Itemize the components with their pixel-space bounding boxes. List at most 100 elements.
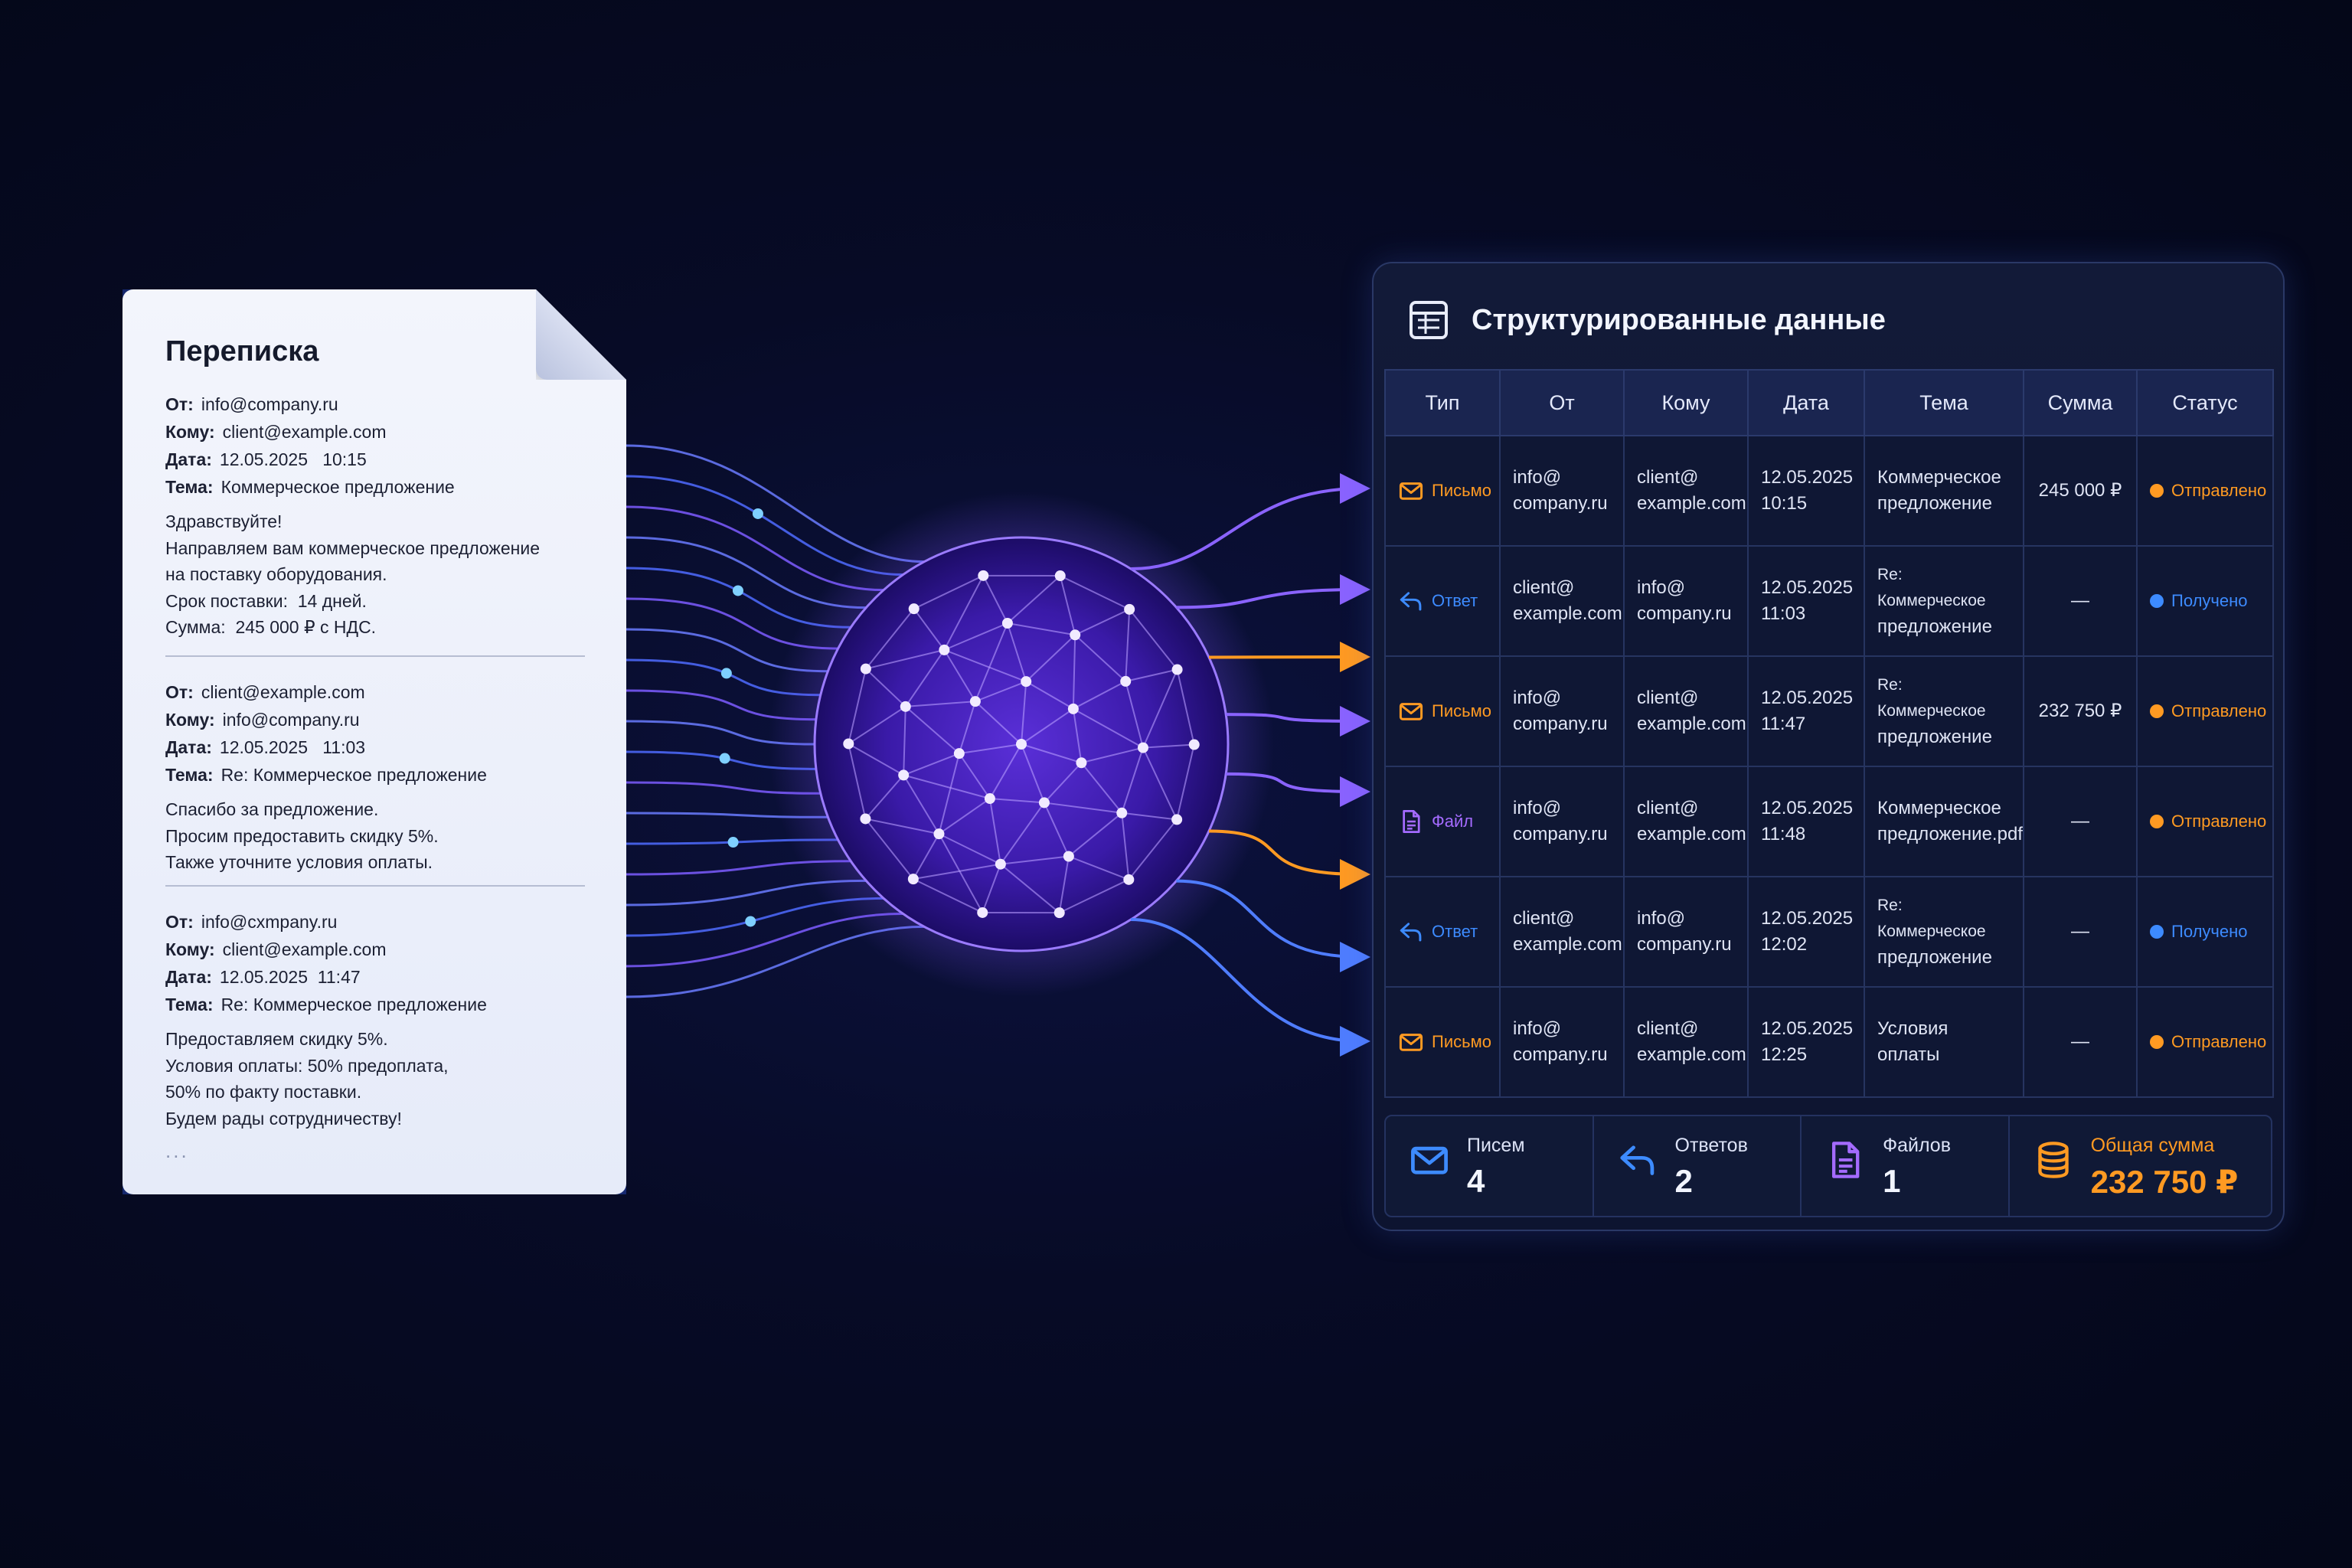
- message-body: Здравствуйте! Направляем вам коммерческое…: [165, 508, 594, 641]
- message-body-line: 50% по факту поставки.: [165, 1082, 362, 1102]
- cell-from: client@ example.com: [1499, 545, 1625, 657]
- status-label: Получено: [2171, 922, 2248, 941]
- network-node: [1123, 874, 1135, 885]
- table-row[interactable]: Файл info@ company.ru client@ example.com 12.…: [1384, 766, 2274, 877]
- message-date-line: Дата: 12.05.2025 11:03: [165, 733, 594, 761]
- table-row[interactable]: Письмо info@ company.ru client@ example.com 1…: [1384, 435, 2274, 547]
- message-meta: От: info@cxmpany.ru Кому: client@example.co…: [165, 908, 594, 1018]
- summary-label: Писем: [1467, 1135, 1525, 1156]
- network-node: [1137, 742, 1148, 753]
- message-sender-line: От: client@example.com: [165, 678, 594, 706]
- table-row[interactable]: Письмо info@ company.ru client@ example.com 1…: [1384, 655, 2274, 767]
- column-header-date[interactable]: Дата: [1747, 369, 1865, 436]
- column-header-status[interactable]: Статус: [2136, 369, 2274, 436]
- message-body-line: Сумма: 245 000 ₽ с НДС.: [165, 617, 377, 637]
- table-row[interactable]: Письмо info@ company.ru client@ example.com 1…: [1384, 986, 2274, 1098]
- network-node: [984, 793, 995, 805]
- cell-type: Файл: [1384, 766, 1501, 877]
- status-badge: Отправлено: [2150, 478, 2266, 504]
- message-date-line: Дата: 12.05.2025 11:47: [165, 963, 594, 991]
- message-recipient-line: Кому: client@example.com: [165, 418, 594, 446]
- cell-date: 12.05.2025 10:15: [1747, 435, 1865, 547]
- cell-from: client@ example.com: [1499, 876, 1625, 988]
- network-node: [977, 906, 988, 918]
- cell-date-line: 12.05.2025: [1761, 798, 1854, 818]
- summary-item: Общая сумма 232 750 ₽: [2010, 1116, 2271, 1216]
- status-badge: Отправлено: [2150, 808, 2266, 835]
- column-header-type[interactable]: Тип: [1384, 369, 1501, 436]
- reply-icon: [1400, 592, 1422, 611]
- cell-from-line: example.com: [1513, 934, 1622, 955]
- cell-date-line: 12.05.2025: [1761, 908, 1854, 929]
- file-icon: [1832, 1142, 1860, 1178]
- summary-label: Общая сумма: [2090, 1135, 2215, 1156]
- cell-status: Отправлено: [2136, 986, 2274, 1098]
- message-subject-line: Тема: Re: Коммерческое предложение: [165, 761, 594, 789]
- network-node: [860, 813, 871, 825]
- network-node: [1120, 675, 1132, 687]
- column-header-subject[interactable]: Тема: [1864, 369, 2024, 436]
- table-row[interactable]: Ответ client@ example.com info@ company.ru 12…: [1384, 545, 2274, 657]
- message-body-line: Условия оплаты: 50% предоплата,: [165, 1055, 449, 1076]
- column-header-sum[interactable]: Сумма: [2023, 369, 2138, 436]
- cell-to-line: client@: [1637, 688, 1699, 708]
- column-header-from[interactable]: От: [1499, 369, 1625, 436]
- network-node: [908, 603, 920, 615]
- message-2: От: client@example.com Кому: info@company.r…: [165, 678, 594, 876]
- summary-text: Писем 4: [1467, 1135, 1525, 1200]
- network-node: [939, 644, 950, 655]
- cell-subject: Коммерческое предложение: [1864, 435, 2024, 547]
- type-badge: Ответ: [1398, 919, 1487, 945]
- network-node: [1188, 739, 1200, 750]
- correspondence-document: Переписка От: info@company.ru Кому: client@…: [122, 289, 626, 1194]
- type-label: Файл: [1432, 812, 1474, 831]
- network-node: [1076, 757, 1087, 769]
- cell-from-line: info@: [1513, 1018, 1562, 1039]
- column-header-to[interactable]: Кому: [1623, 369, 1749, 436]
- message-subject-label: Тема:: [165, 765, 214, 785]
- summary-bar: Писем 4 Ответов 2 Файлов 1 Общая сумма 232 7…: [1384, 1115, 2272, 1217]
- cell-to: client@ example.com: [1623, 435, 1749, 547]
- output-arrow: [1208, 642, 1370, 673]
- cell-date-line: 11:47: [1761, 714, 1806, 734]
- status-label: Получено: [2171, 591, 2248, 610]
- flow-dot: [745, 916, 756, 927]
- cell-from-line: company.ru: [1513, 493, 1608, 514]
- summary-value: 2: [1674, 1163, 1693, 1199]
- network-node: [1116, 807, 1128, 818]
- cell-from-line: example.com: [1513, 603, 1622, 624]
- status-dot: [2150, 484, 2164, 498]
- status-label: Отправлено: [2171, 701, 2267, 720]
- message-subject: Re: Коммерческое предложение: [220, 765, 487, 785]
- message-sender-line: От: info@cxmpany.ru: [165, 908, 594, 936]
- cell-to: client@ example.com: [1623, 986, 1749, 1098]
- message-date-label: Дата:: [165, 737, 212, 757]
- mail-icon: [1399, 1034, 1423, 1051]
- cell-type: Ответ: [1384, 876, 1501, 988]
- status-label: Отправлено: [2171, 812, 2267, 831]
- cell-subject-line: Коммерческое: [1877, 798, 2001, 818]
- cell-subject-line: Re: Коммерческое: [1877, 566, 1986, 609]
- cell-subject: Коммерческое предложение.pdf: [1864, 766, 2024, 877]
- cell-subject-line: Коммерческое: [1877, 467, 2001, 488]
- flow-dot: [732, 585, 743, 596]
- cell-status: Получено: [2136, 876, 2274, 988]
- cell-sum: —: [2023, 876, 2138, 988]
- message-recipient-label: Кому:: [165, 710, 215, 730]
- message-subject-line: Тема: Коммерческое предложение: [165, 473, 594, 501]
- message-body-line: на поставку оборудования.: [165, 564, 387, 584]
- table-row[interactable]: Ответ client@ example.com info@ company.ru 12…: [1384, 876, 2274, 988]
- mail-icon: [1399, 703, 1423, 720]
- type-label: Письмо: [1432, 1032, 1491, 1051]
- status-dot: [2150, 1035, 2164, 1049]
- type-badge: Файл: [1398, 808, 1487, 835]
- message-sender-label: От:: [165, 682, 194, 702]
- message-subject: Коммерческое предложение: [220, 477, 455, 497]
- message-recipient: client@example.com: [222, 939, 387, 959]
- type-badge: Ответ: [1398, 588, 1487, 614]
- cell-sum: —: [2023, 766, 2138, 877]
- type-badge: Письмо: [1398, 1029, 1491, 1055]
- cell-from: info@ company.ru: [1499, 766, 1625, 877]
- network-node: [1016, 739, 1027, 750]
- status-badge: Отправлено: [2150, 698, 2266, 724]
